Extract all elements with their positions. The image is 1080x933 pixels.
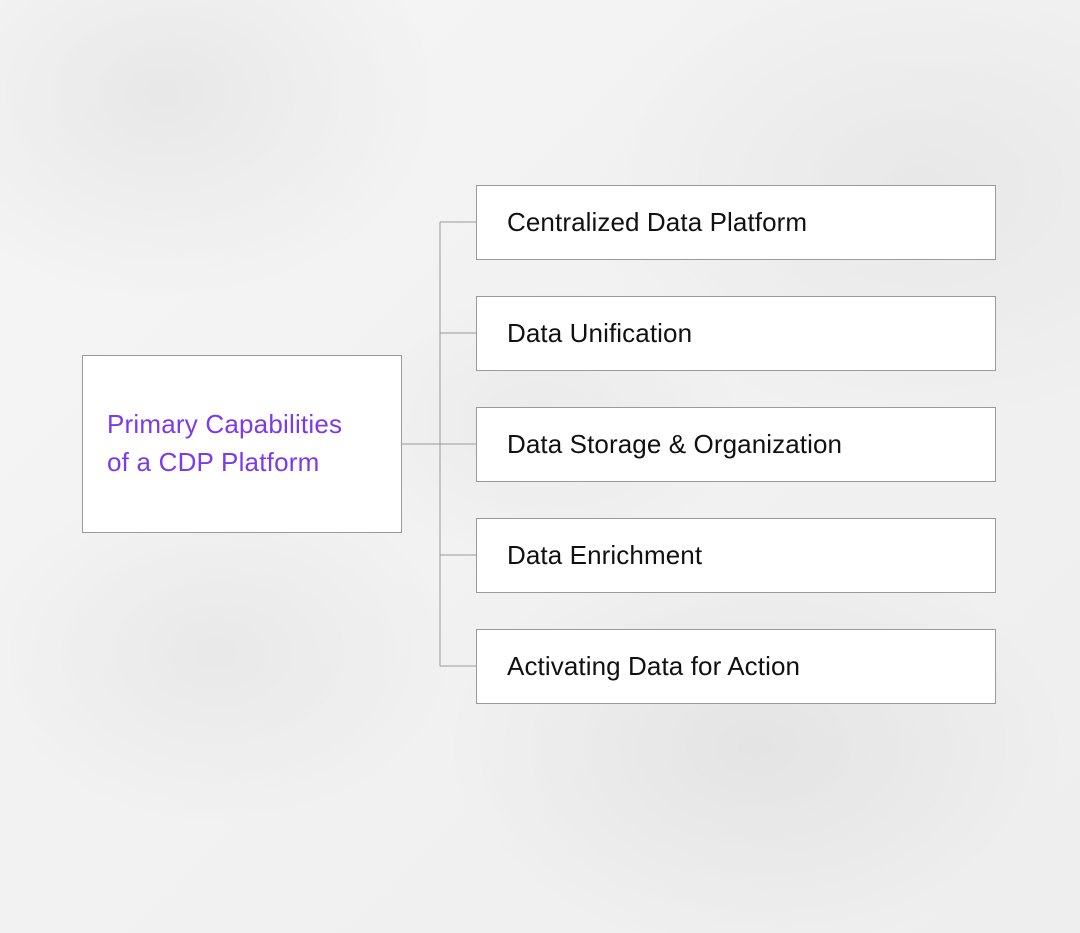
child-node-3: Data Enrichment <box>476 518 996 593</box>
root-title-line-2: of a CDP Platform <box>107 447 319 477</box>
child-node-label: Data Enrichment <box>507 540 702 571</box>
child-node-0: Centralized Data Platform <box>476 185 996 260</box>
child-node-label: Data Storage & Organization <box>507 429 842 460</box>
root-title-line-1: Primary Capabilities <box>107 409 342 439</box>
root-node: Primary Capabilities of a CDP Platform <box>82 355 402 533</box>
child-node-label: Centralized Data Platform <box>507 207 807 238</box>
child-node-4: Activating Data for Action <box>476 629 996 704</box>
child-node-label: Activating Data for Action <box>507 651 800 682</box>
child-node-1: Data Unification <box>476 296 996 371</box>
child-node-2: Data Storage & Organization <box>476 407 996 482</box>
root-node-title: Primary Capabilities of a CDP Platform <box>107 406 342 481</box>
child-node-label: Data Unification <box>507 318 692 349</box>
